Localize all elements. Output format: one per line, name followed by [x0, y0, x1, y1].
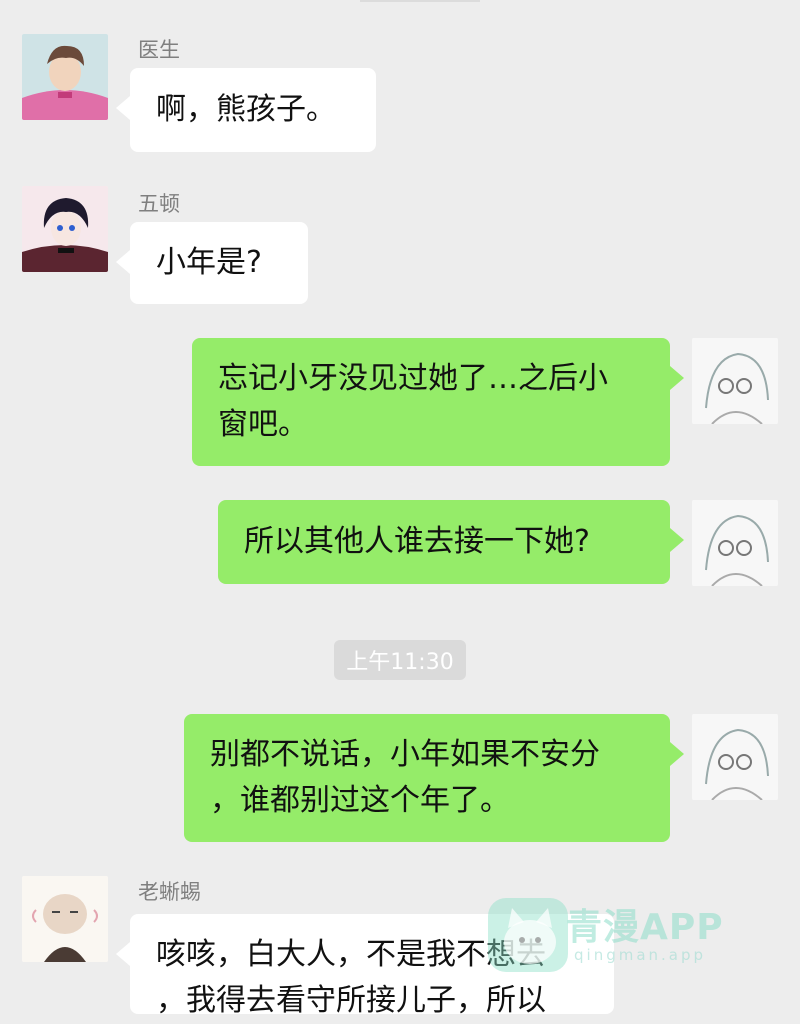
watermark-subtitle: qingman.app — [574, 946, 707, 964]
message-text-line: 别都不说话，小年如果不安分 — [210, 737, 600, 772]
sender-name: 老蜥蜴 — [138, 880, 201, 904]
message-bubble[interactable]: 小年是? — [116, 222, 308, 304]
watermark-title: 青漫APP — [566, 907, 724, 948]
message-text-line: 忘记小牙没见过她了…之后小 — [218, 361, 608, 396]
message-bubble[interactable]: 别都不说话，小年如果不安分 ，谁都别过这个年了。 — [184, 714, 684, 842]
message-text-line: ，谁都别过这个年了。 — [210, 783, 510, 818]
self-avatar[interactable] — [692, 338, 778, 424]
message-text: 啊，熊孩子。 — [156, 92, 336, 127]
message-bubble[interactable]: 所以其他人谁去接一下她? — [218, 500, 684, 584]
cat-logo-icon — [488, 898, 568, 972]
message-text-line: 窗吧。 — [218, 407, 308, 442]
self-avatar[interactable] — [692, 714, 778, 800]
wudun-avatar[interactable] — [22, 186, 108, 272]
top-divider — [0, 0, 800, 6]
old-lizard-avatar[interactable] — [22, 876, 108, 962]
sender-name: 五顿 — [138, 192, 180, 216]
message-bubble[interactable]: 啊，熊孩子。 — [116, 68, 376, 152]
message-bubble[interactable]: 忘记小牙没见过她了…之后小 窗吧。 — [192, 338, 684, 466]
app-watermark: 青漫APP qingman.app — [486, 890, 766, 1000]
doctor-avatar[interactable] — [22, 34, 108, 120]
self-avatar[interactable] — [692, 500, 778, 586]
message-text: 小年是? — [156, 245, 262, 280]
sender-name: 医生 — [138, 38, 180, 62]
message-text: 所以其他人谁去接一下她? — [244, 524, 590, 559]
timestamp-badge: 上午11:30 — [334, 640, 466, 680]
